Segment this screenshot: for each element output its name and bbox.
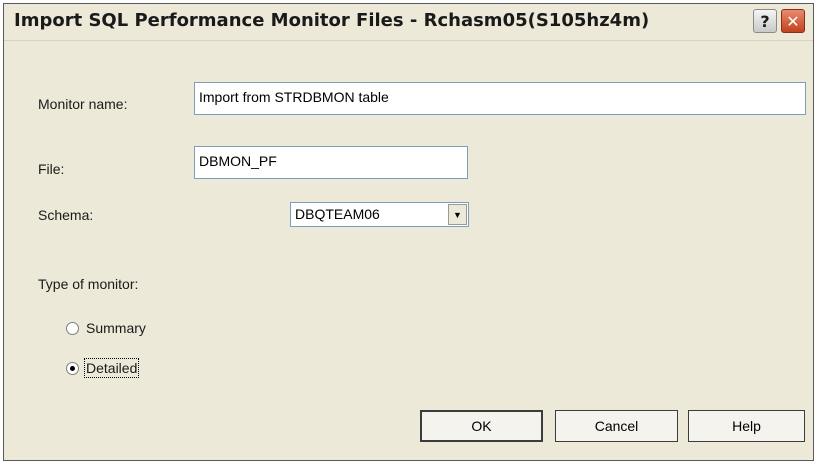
file-input[interactable]: DBMON_PF <box>194 146 468 179</box>
detailed-radio-circle[interactable] <box>66 361 79 375</box>
monitor-type-label: Type of monitor: <box>38 276 139 292</box>
close-glyph: ✕ <box>786 11 800 31</box>
monitor-name-label: Monitor name: <box>38 96 128 112</box>
file-label: File: <box>38 161 65 177</box>
close-icon[interactable]: ✕ <box>781 9 805 33</box>
summary-radio-circle[interactable] <box>66 321 79 335</box>
summary-radio[interactable]: Summary <box>66 318 146 338</box>
schema-dropdown[interactable]: DBQTEAM06 ▼ <box>290 202 469 227</box>
title-bar[interactable]: Import SQL Performance Monitor Files - R… <box>4 4 813 41</box>
schema-value: DBQTEAM06 <box>295 206 380 222</box>
monitor-name-input[interactable]: Import from STRDBMON table <box>194 82 806 115</box>
summary-radio-label[interactable]: Summary <box>86 320 146 336</box>
cancel-button[interactable]: Cancel <box>555 410 678 442</box>
help-icon[interactable]: ? <box>753 9 777 33</box>
import-dialog: Import SQL Performance Monitor Files - R… <box>3 3 814 461</box>
detailed-radio[interactable]: Detailed <box>66 358 140 378</box>
help-glyph: ? <box>760 11 770 31</box>
schema-label: Schema: <box>38 207 94 223</box>
ok-button[interactable]: OK <box>420 410 543 442</box>
window-title: Import SQL Performance Monitor Files - R… <box>14 10 650 31</box>
chevron-down-icon[interactable]: ▼ <box>448 204 467 225</box>
detailed-radio-label[interactable]: Detailed <box>83 358 140 378</box>
help-button[interactable]: Help <box>688 410 805 442</box>
